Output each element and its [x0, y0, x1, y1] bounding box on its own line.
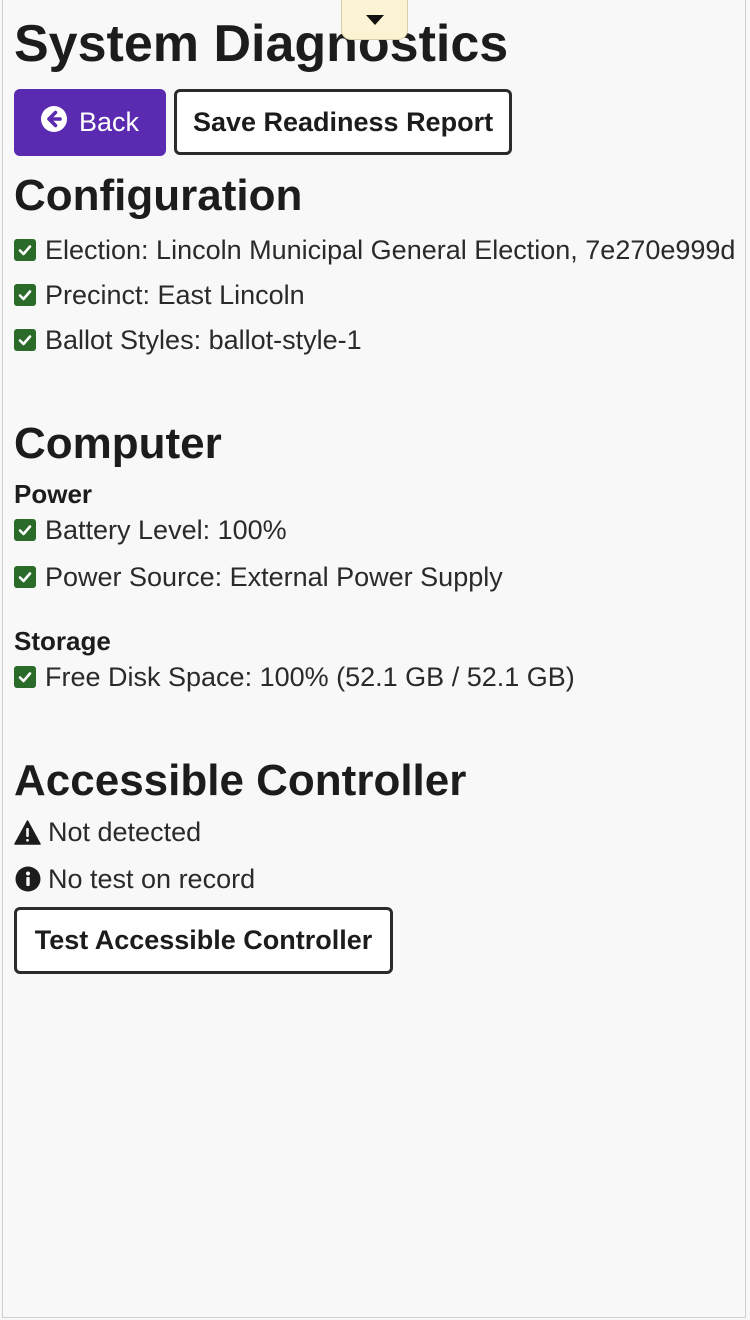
settings-dropdown-toggle[interactable]	[341, 0, 408, 40]
power-item-label: Power Source: External Power Supply	[45, 562, 503, 592]
config-item-ballot-styles: Ballot Styles: ballot-style-1	[14, 323, 362, 357]
test-accessible-controller-button[interactable]: Test Accessible Controller	[14, 907, 393, 974]
controller-test-status: No test on record	[14, 862, 255, 896]
computer-heading: Computer	[14, 419, 222, 468]
save-readiness-report-button[interactable]: Save Readiness Report	[174, 89, 512, 155]
config-item-label: Precinct: East Lincoln	[45, 280, 305, 310]
page-title: System Diagnostics	[14, 15, 509, 73]
accessible-controller-heading: Accessible Controller	[14, 756, 467, 805]
controller-test-label: No test on record	[48, 864, 256, 894]
checkbox-checked-icon	[14, 284, 36, 306]
controller-detection-status: Not detected	[14, 815, 201, 849]
back-button[interactable]: Back	[14, 89, 166, 156]
circle-arrow-left-icon	[40, 106, 67, 139]
warning-triangle-icon	[14, 819, 41, 846]
info-circle-icon	[14, 866, 41, 893]
checkbox-checked-icon	[14, 566, 36, 588]
power-subheading: Power	[14, 479, 93, 509]
storage-item-free-disk: Free Disk Space: 100% (52.1 GB / 52.1 GB…	[14, 660, 575, 694]
checkbox-checked-icon	[14, 519, 36, 541]
config-item-label: Ballot Styles: ballot-style-1	[45, 325, 362, 355]
caret-down-icon	[365, 14, 385, 26]
back-button-label: Back	[78, 107, 140, 137]
storage-item-label: Free Disk Space: 100% (52.1 GB / 52.1 GB…	[45, 662, 575, 692]
power-item-label: Battery Level: 100%	[45, 515, 287, 545]
checkbox-checked-icon	[14, 329, 36, 351]
config-item-election: Election: Lincoln Municipal General Elec…	[14, 233, 735, 267]
checkbox-checked-icon	[14, 239, 36, 261]
config-item-label: Election: Lincoln Municipal General Elec…	[45, 235, 736, 265]
action-toolbar: Back Save Readiness Report	[14, 89, 512, 156]
checkbox-checked-icon	[14, 666, 36, 688]
power-item-source: Power Source: External Power Supply	[14, 560, 503, 594]
storage-subheading: Storage	[14, 626, 111, 656]
controller-detection-label: Not detected	[48, 817, 202, 847]
config-item-precinct: Precinct: East Lincoln	[14, 278, 305, 312]
configuration-heading: Configuration	[14, 171, 303, 220]
power-item-battery: Battery Level: 100%	[14, 513, 287, 547]
